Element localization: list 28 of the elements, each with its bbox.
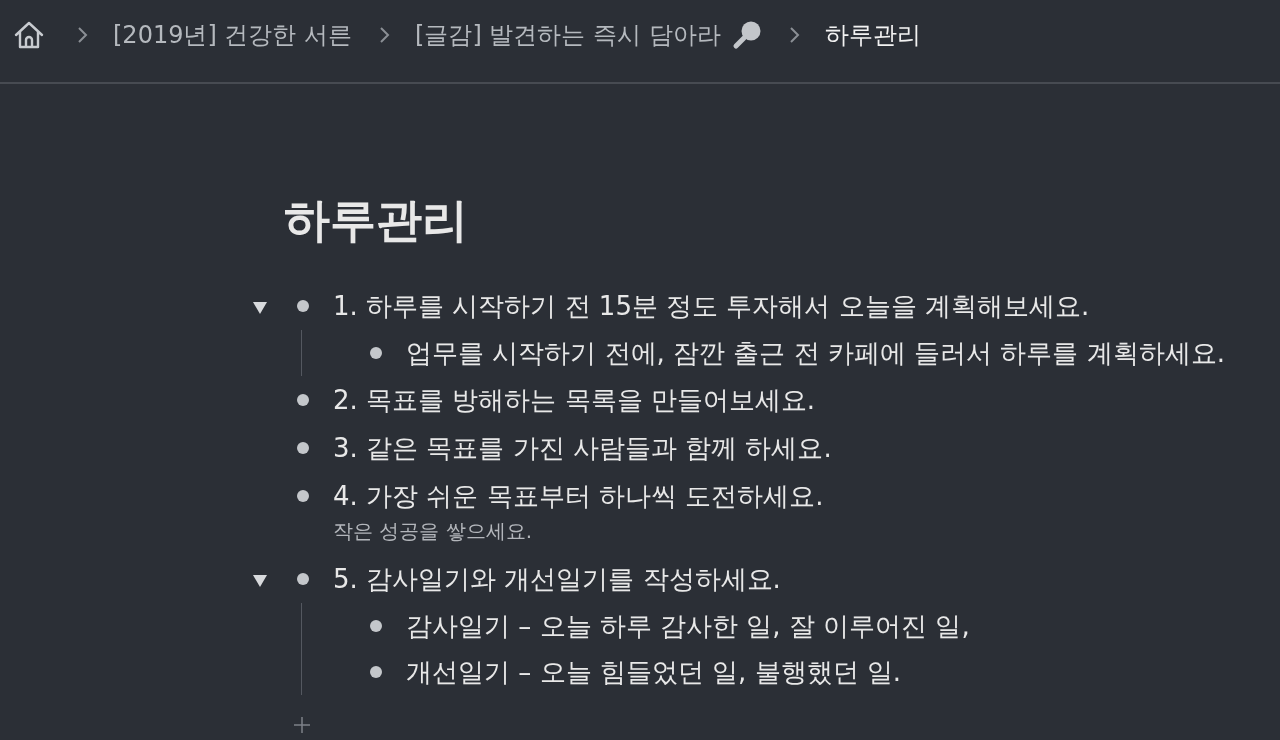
bullet-icon[interactable] [369,347,382,359]
item-text: 2. 목표를 방해하는 목록을 만들어보세요. [333,384,816,417]
bullet-icon[interactable] [369,666,382,678]
item-text: 개선일기 – 오늘 힘들었던 일, 불행했던 일. [406,656,902,689]
caret-icon[interactable] [253,302,267,314]
breadcrumb-link[interactable]: [글감] 발견하는 즉시 담아라 [415,18,721,52]
chevron-icon [378,26,391,44]
page-title: 하루관리 [284,192,468,248]
bullet-icon[interactable] [296,442,309,454]
breadcrumb-link[interactable]: 하루관리 [824,18,921,52]
item-text: 4. 가장 쉬운 목표부터 하나씩 도전하세요. [333,480,824,513]
item-text: 감사일기 – 오늘 하루 감사한 일, 잘 이루어진 일, [406,610,970,643]
bullet-icon[interactable] [296,573,309,585]
item-text: 5. 감사일기와 개선일기를 작성하세요. [333,563,781,596]
bullet-icon[interactable] [296,394,309,406]
breadcrumb-link[interactable]: [2019년] 건강한 서른 [113,18,353,52]
item-text: 3. 같은 목표를 가진 사람들과 함께 하세요. [333,432,832,465]
item-note: 작은 성공을 쌓으세요. [333,518,533,545]
chevron-icon [787,26,800,44]
plus-icon[interactable] [294,717,310,733]
item-text: 1. 하루를 시작하기 전 15분 정도 투자해서 오늘을 계획해보세요. [333,290,1090,323]
bullet-icon[interactable] [369,620,382,632]
home-icon[interactable] [13,20,45,50]
item-text: 업무를 시작하기 전에, 잠깐 출근 전 카페에 들러서 하루를 계획하세요. [406,337,1225,370]
bullet-icon[interactable] [296,300,309,312]
chevron-icon [76,26,88,44]
bullet-icon[interactable] [296,490,309,502]
caret-icon[interactable] [253,575,267,587]
